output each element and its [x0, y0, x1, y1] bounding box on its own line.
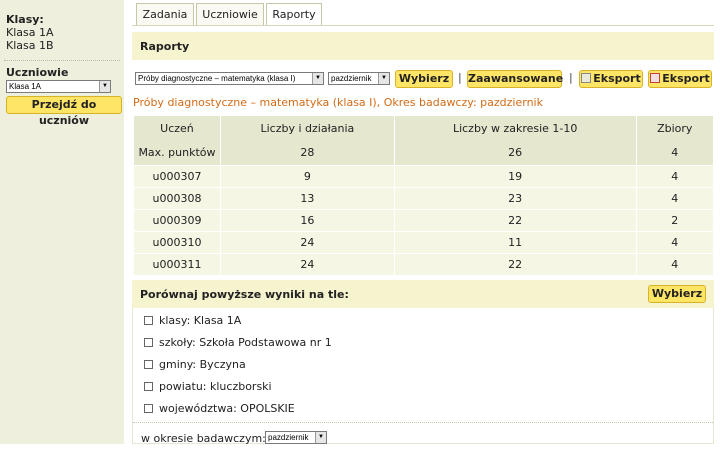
max-points-row: Max. punktów 28 26 4: [133, 141, 713, 165]
chevron-down-icon: ▼: [378, 73, 389, 84]
classes-label: Klasy:: [6, 13, 44, 26]
class-link-1a[interactable]: Klasa 1A: [6, 26, 54, 39]
table-cell: 16: [219, 208, 395, 231]
compare-options: klasy: Klasa 1A szkoły: Szkoła Podstawow…: [132, 308, 714, 445]
go-to-students-button[interactable]: Przejdź do uczniów: [6, 96, 122, 127]
chevron-down-icon: ▼: [312, 73, 323, 84]
compare-period-label: w okresie badawczym:: [141, 432, 266, 445]
table-cell: 24: [219, 230, 395, 253]
table-cell: 4: [635, 164, 713, 187]
compare-option-county[interactable]: powiatu: kluczborski: [144, 380, 272, 393]
chevron-down-icon: ▼: [315, 432, 326, 443]
page-title: Raporty: [140, 40, 190, 53]
table-cell: u000307: [133, 164, 221, 187]
export-pdf-label: Eksport: [662, 72, 710, 85]
compare-option-voivodeship[interactable]: województwa: OPOLSKIE: [144, 402, 295, 415]
option-label: klasy: Klasa 1A: [159, 314, 242, 327]
table-cell: 4: [635, 230, 713, 253]
test-select-value: Próby diagnostyczne – matematyka (klasa …: [138, 74, 296, 83]
table-cell: 24: [219, 252, 395, 275]
column-header: Zbiory: [635, 116, 713, 141]
sidebar-divider: [4, 60, 120, 61]
advanced-button[interactable]: Zaawansowane: [467, 70, 563, 88]
column-header: Liczby w zakresie 1-10: [393, 116, 637, 141]
table-cell: 4: [635, 252, 713, 275]
compare-period-select[interactable]: pazdziernik ▼: [265, 431, 327, 444]
table-cell: 23: [393, 186, 637, 209]
choose-button[interactable]: Wybierz: [395, 70, 453, 88]
students-label: Uczniowie: [6, 66, 69, 79]
export-pdf-button[interactable]: Eksport: [648, 70, 712, 88]
table-cell: 28: [219, 141, 395, 165]
report-title: Próby diagnostyczne – matematyka (klasa …: [133, 96, 543, 109]
checkbox-icon[interactable]: [144, 338, 153, 347]
table-row: u000307 9 19 4: [133, 164, 713, 187]
table-cell: u000308: [133, 186, 221, 209]
table-cell: 22: [393, 208, 637, 231]
class-select[interactable]: Klasa 1A ▼: [6, 80, 111, 93]
table-cell: 9: [219, 164, 395, 187]
table-cell: 4: [635, 186, 713, 209]
compare-choose-button[interactable]: Wybierz: [648, 285, 706, 303]
compare-option-school[interactable]: szkoły: Szkoła Podstawowa nr 1: [144, 336, 332, 349]
export-xls-label: Eksport: [593, 72, 641, 85]
results-table: Uczeń Liczby i działania Liczby w zakres…: [133, 116, 713, 275]
class-link-1b[interactable]: Klasa 1B: [6, 39, 54, 52]
checkbox-icon[interactable]: [144, 382, 153, 391]
sidebar: Klasy: Klasa 1A Klasa 1B Uczniowie Klasa…: [0, 0, 124, 444]
option-label: szkoły: Szkoła Podstawowa nr 1: [159, 336, 332, 349]
header-bar: Raporty: [132, 32, 714, 60]
period-select[interactable]: pazdziernik ▼: [328, 72, 390, 85]
column-header: Uczeń: [133, 116, 221, 141]
table-cell: 11: [393, 230, 637, 253]
table-cell: 2: [635, 208, 713, 231]
option-label: powiatu: kluczborski: [159, 380, 272, 393]
compare-option-class[interactable]: klasy: Klasa 1A: [144, 314, 241, 327]
period-select-value: pazdziernik: [331, 74, 372, 83]
table-row: u000308 13 23 4: [133, 186, 713, 209]
table-cell: 4: [635, 141, 713, 165]
tab-raporty[interactable]: Raporty: [266, 3, 322, 25]
table-cell: 13: [219, 186, 395, 209]
checkbox-icon[interactable]: [144, 360, 153, 369]
test-select[interactable]: Próby diagnostyczne – matematyka (klasa …: [135, 72, 324, 85]
table-cell: 26: [393, 141, 637, 165]
checkbox-icon[interactable]: [144, 404, 153, 413]
table-cell: u000311: [133, 252, 221, 275]
chevron-down-icon: ▼: [99, 81, 110, 92]
column-header: Liczby i działania: [219, 116, 395, 141]
main-content: Raporty Próby diagnostyczne – matematyka…: [132, 25, 714, 445]
table-cell: u000310: [133, 230, 221, 253]
table-cell: Max. punktów: [133, 141, 221, 165]
table-cell: 19: [393, 164, 637, 187]
pdf-icon: [650, 73, 661, 83]
table-row: u000311 24 22 4: [133, 252, 713, 275]
compare-header: Porównaj powyższe wyniki na tle: Wybierz: [132, 280, 714, 308]
toolbar-separator: |: [569, 71, 573, 84]
table-cell: 22: [393, 252, 637, 275]
tab-uczniowie[interactable]: Uczniowie: [196, 3, 264, 25]
table-cell: u000309: [133, 208, 221, 231]
table-row: u000309 16 22 2: [133, 208, 713, 231]
compare-option-commune[interactable]: gminy: Byczyna: [144, 358, 246, 371]
option-label: gminy: Byczyna: [159, 358, 246, 371]
checkbox-icon[interactable]: [144, 316, 153, 325]
table-row: u000310 24 11 4: [133, 230, 713, 253]
compare-divider: [133, 422, 713, 423]
compare-title: Porównaj powyższe wyniki na tle:: [140, 288, 349, 301]
compare-period-select-value: pazdziernik: [268, 433, 309, 442]
option-label: województwa: OPOLSKIE: [159, 402, 295, 415]
export-xls-button[interactable]: Eksport: [579, 70, 643, 88]
tab-zadania[interactable]: Zadania: [136, 3, 194, 25]
toolbar-separator: |: [458, 71, 462, 84]
spreadsheet-icon: [581, 73, 592, 83]
table-header-row: Uczeń Liczby i działania Liczby w zakres…: [133, 116, 713, 141]
class-select-value: Klasa 1A: [9, 82, 42, 91]
